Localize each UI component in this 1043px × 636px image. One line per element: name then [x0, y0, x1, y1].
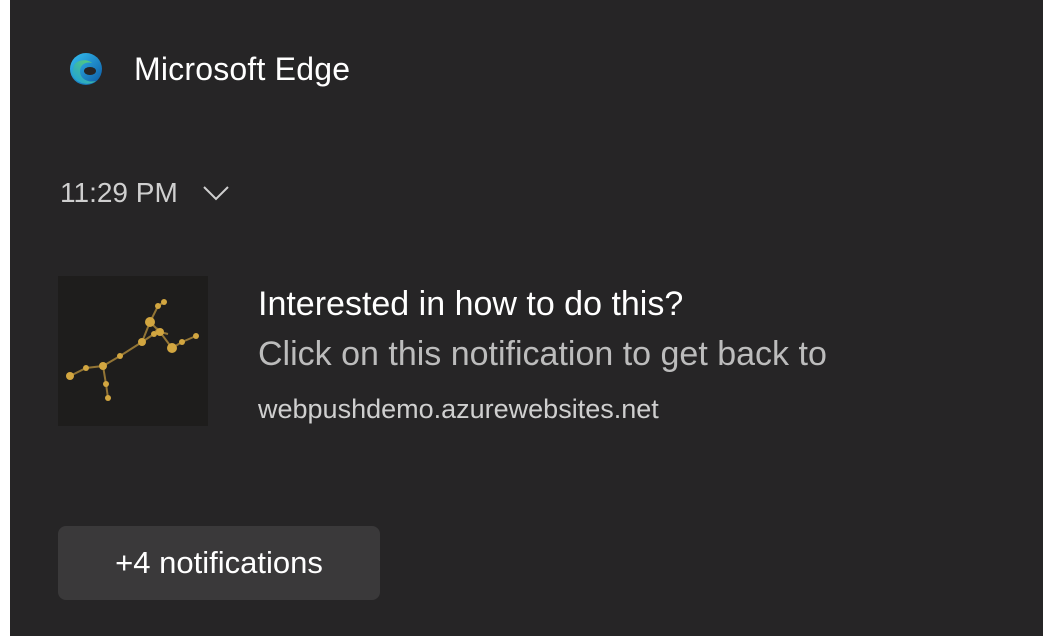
edge-logo-icon	[66, 49, 106, 89]
more-notifications-button[interactable]: +4 notifications	[58, 526, 380, 600]
notification-body: Click on this notification to get back t…	[258, 335, 827, 373]
notification-content[interactable]: Interested in how to do this? Click on t…	[258, 284, 1038, 426]
notification-title: Interested in how to do this?	[258, 285, 684, 323]
notification-time-toggle[interactable]: 11:29 PM	[60, 173, 230, 213]
chevron-down-icon[interactable]	[202, 184, 230, 202]
app-name: Microsoft Edge	[134, 50, 351, 87]
constellation-thumbnail	[58, 276, 208, 426]
notification-source: webpushdemo.azurewebsites.net	[258, 394, 659, 424]
app-header: Microsoft Edge	[66, 47, 350, 91]
notification-panel: Microsoft Edge 11:29 PM Interested in ho…	[10, 0, 1043, 636]
notification-time: 11:29 PM	[60, 177, 178, 208]
